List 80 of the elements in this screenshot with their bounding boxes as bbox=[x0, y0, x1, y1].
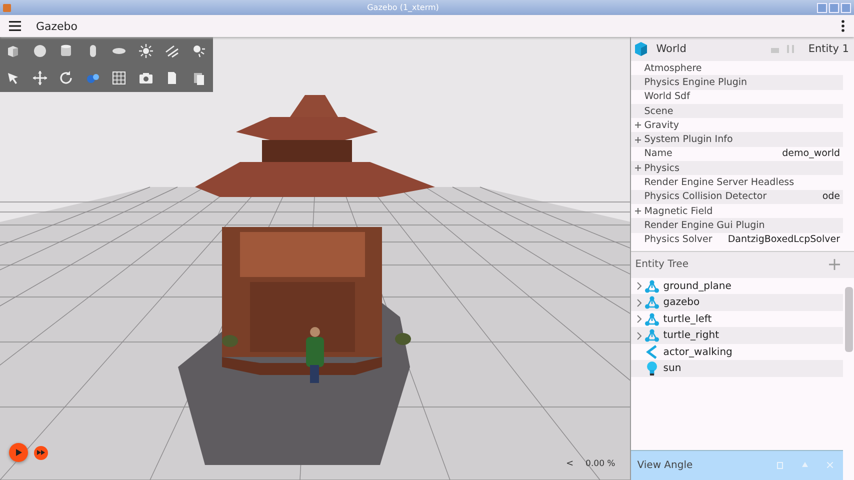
property-row[interactable]: Physics Engine Plugin bbox=[631, 75, 843, 90]
tree-item[interactable]: turtle_left bbox=[631, 310, 843, 328]
property-row[interactable]: Render Engine Gui Plugin bbox=[631, 218, 843, 233]
property-name: Name bbox=[644, 148, 672, 160]
entity-label: Entity 1 bbox=[808, 43, 849, 55]
chevron-icon[interactable] bbox=[637, 282, 642, 290]
property-value: DantzigBoxedLcpSolver bbox=[728, 234, 841, 246]
property-name: Render Engine Server Headless bbox=[644, 177, 794, 188]
entity-name: ground_plane bbox=[663, 280, 732, 292]
collapse-button[interactable]: < bbox=[566, 459, 574, 469]
expand-plus-icon[interactable] bbox=[635, 136, 642, 143]
app-title: Gazebo bbox=[36, 20, 78, 32]
property-row[interactable]: Physics Solver DantzigBoxedLcpSolver bbox=[631, 232, 843, 247]
box-icon[interactable] bbox=[5, 43, 21, 59]
app-icon bbox=[3, 4, 11, 12]
model-icon bbox=[645, 329, 660, 342]
tree-item[interactable]: sun bbox=[631, 360, 843, 377]
real-time-factor: 0.00 % bbox=[586, 459, 616, 469]
property-name: Physics Solver bbox=[644, 234, 712, 246]
property-name: World Sdf bbox=[644, 91, 690, 102]
inspector-title: World bbox=[656, 43, 688, 55]
fast-forward-icon bbox=[37, 450, 45, 455]
more-icon[interactable] bbox=[841, 20, 845, 32]
sphere-icon[interactable] bbox=[32, 43, 48, 59]
model-icon bbox=[645, 312, 660, 326]
menu-icon[interactable] bbox=[9, 21, 21, 31]
property-row[interactable]: System Plugin Info bbox=[631, 132, 843, 147]
property-name: Physics Collision Detector bbox=[644, 191, 767, 202]
light-bulb-icon bbox=[645, 361, 660, 376]
camera-icon[interactable] bbox=[138, 70, 154, 86]
cube-icon bbox=[634, 42, 648, 56]
actor-icon bbox=[645, 345, 660, 360]
entity-name: turtle_right bbox=[663, 330, 719, 342]
turtle-drawing bbox=[222, 335, 238, 347]
property-row[interactable]: Physics bbox=[631, 161, 843, 176]
play-icon bbox=[16, 449, 22, 456]
property-name: Gravity bbox=[644, 120, 679, 131]
property-name: Atmosphere bbox=[644, 62, 702, 74]
property-row[interactable]: Physics Collision Detector ode bbox=[631, 190, 843, 204]
person-figure-drawing bbox=[306, 327, 324, 383]
property-name: Render Engine Gui Plugin bbox=[644, 220, 765, 231]
entity-name: turtle_left bbox=[663, 314, 712, 325]
cylinder-icon[interactable] bbox=[58, 43, 74, 59]
tree-item[interactable]: actor_walking bbox=[631, 344, 843, 360]
tree-item[interactable]: ground_plane bbox=[631, 278, 843, 294]
grid-icon[interactable] bbox=[111, 70, 127, 86]
property-name: Scene bbox=[644, 106, 674, 117]
scrollbar-thumb[interactable] bbox=[845, 287, 853, 352]
model-icon bbox=[645, 280, 660, 293]
entity-name: actor_walking bbox=[663, 346, 732, 358]
expand-plus-icon[interactable] bbox=[635, 122, 642, 128]
entity-name: sun bbox=[663, 363, 682, 374]
chevron-icon[interactable] bbox=[637, 298, 642, 307]
property-row[interactable]: Atmosphere bbox=[631, 61, 843, 76]
tree-item[interactable]: turtle_right bbox=[631, 327, 843, 344]
entity-name: gazebo bbox=[663, 297, 700, 308]
tree-item[interactable]: gazebo bbox=[631, 294, 843, 311]
property-row[interactable]: Scene bbox=[631, 104, 843, 118]
property-name: Physics bbox=[644, 162, 680, 174]
property-row[interactable]: Magnetic Field bbox=[631, 204, 843, 218]
move-icon[interactable] bbox=[32, 70, 48, 86]
expand-plus-icon[interactable] bbox=[635, 165, 642, 172]
property-name: System Plugin Info bbox=[644, 134, 733, 146]
property-value: ode bbox=[822, 191, 841, 202]
property-name: Physics Engine Plugin bbox=[644, 76, 748, 88]
spot-light-icon[interactable] bbox=[190, 43, 206, 59]
model-icon bbox=[645, 296, 660, 310]
entity-tree-title: Entity Tree bbox=[635, 259, 688, 270]
directional-light-icon[interactable] bbox=[164, 43, 180, 59]
property-name: Magnetic Field bbox=[644, 206, 713, 217]
window-title: Gazebo (1_xterm) bbox=[366, 3, 440, 12]
property-row[interactable]: Gravity bbox=[631, 118, 843, 132]
turtle-drawing bbox=[395, 333, 411, 345]
view-angle-title: View Angle bbox=[637, 460, 693, 471]
property-value: demo_world bbox=[782, 148, 841, 160]
chevron-icon[interactable] bbox=[637, 332, 642, 340]
expand-plus-icon[interactable] bbox=[635, 208, 642, 214]
rotate-icon[interactable] bbox=[58, 70, 74, 86]
sun-icon[interactable] bbox=[138, 43, 154, 59]
chevron-icon[interactable] bbox=[637, 315, 642, 324]
